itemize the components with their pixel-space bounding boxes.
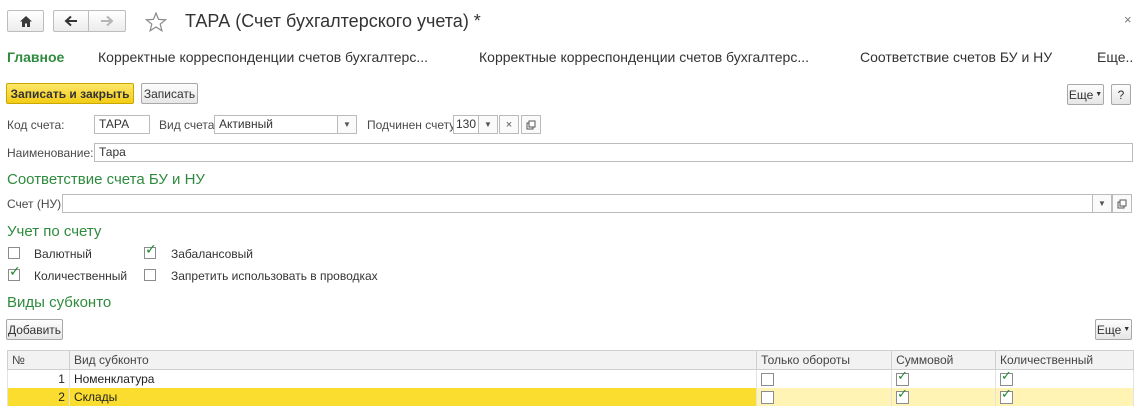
dropdown-arrow-icon: ▼: [484, 120, 492, 129]
code-label: Код счета:: [7, 118, 65, 132]
add-subconto-button[interactable]: Добавить: [6, 319, 63, 340]
more-label: Еще: [1068, 87, 1094, 102]
parent-open-button[interactable]: [521, 115, 541, 134]
currency-checkbox-label: Валютный: [34, 247, 92, 261]
turnover-only-cell[interactable]: [756, 388, 893, 406]
parent-input[interactable]: 130: [453, 115, 479, 134]
row-number-cell[interactable]: 2: [7, 388, 70, 406]
forward-arrow-icon: [101, 15, 114, 27]
tax-account-open-button[interactable]: [1112, 194, 1132, 213]
row-number-cell[interactable]: 1: [7, 369, 70, 388]
tax-account-label: Счет (НУ):: [7, 197, 65, 211]
sum-checkbox[interactable]: ✓: [896, 368, 910, 387]
check-icon: ✓: [897, 368, 908, 384]
turnover-only-checkbox[interactable]: [761, 373, 775, 387]
tab-mapping[interactable]: Соответствие счетов БУ и НУ: [860, 49, 1052, 65]
quantity-cell[interactable]: ✓: [995, 368, 1134, 388]
subconto-more-button[interactable]: Еще ▼: [1095, 319, 1132, 340]
save-and-close-button[interactable]: Записать и закрыть: [6, 83, 134, 104]
offbalance-checkbox[interactable]: ✓: [144, 242, 157, 259]
subconto-table: № Вид субконто Только обороты Суммовой К…: [7, 350, 1134, 406]
back-button[interactable]: [53, 10, 88, 32]
back-arrow-icon: [64, 15, 77, 27]
open-icon: [1117, 199, 1127, 208]
close-icon[interactable]: ×: [1124, 12, 1132, 27]
column-header-turnover-only[interactable]: Только обороты: [756, 350, 893, 370]
check-icon: ✓: [1001, 386, 1012, 402]
home-button[interactable]: [7, 10, 44, 32]
check-icon: ✓: [897, 386, 908, 402]
turnover-only-checkbox[interactable]: [761, 391, 775, 405]
tab-more[interactable]: Еще...: [1097, 49, 1134, 65]
forward-button[interactable]: [88, 10, 126, 32]
section-mapping-title: Соответствие счета БУ и НУ: [7, 171, 205, 188]
check-icon: ✓: [145, 241, 157, 257]
window-title: ТАРА (Счет бухгалтерского учета) *: [185, 11, 481, 31]
tab-correspondence-1[interactable]: Корректные корреспонденции счетов бухгал…: [98, 49, 428, 65]
subconto-more-label: Еще: [1096, 322, 1122, 337]
dropdown-arrow-icon: ▼: [1098, 199, 1106, 208]
name-input[interactable]: Тара: [94, 143, 1133, 162]
star-icon[interactable]: [145, 12, 167, 32]
name-label: Наименование:: [7, 146, 94, 160]
open-icon: [526, 120, 536, 129]
quantity-checkbox[interactable]: ✓: [1000, 386, 1013, 405]
subconto-type-cell[interactable]: Номенклатура: [68, 369, 758, 388]
column-header-quantity[interactable]: Количественный: [995, 350, 1134, 370]
quantity-checkbox-label: Количественный: [34, 269, 128, 283]
clear-icon: ×: [505, 118, 513, 131]
sum-cell[interactable]: ✓: [891, 386, 996, 406]
sum-checkbox[interactable]: ✓: [896, 386, 910, 405]
type-select[interactable]: Активный: [214, 115, 338, 134]
parent-clear-button[interactable]: ×: [499, 115, 519, 134]
quantity-checkbox[interactable]: ✓: [8, 264, 21, 281]
quantity-cell[interactable]: ✓: [995, 386, 1134, 406]
dropdown-arrow-icon: ▼: [1123, 326, 1131, 333]
subconto-type-cell[interactable]: Склады: [68, 388, 758, 406]
tax-account-input[interactable]: [62, 194, 1093, 213]
home-icon: [19, 15, 32, 27]
parent-label: Подчинен счету:: [367, 118, 459, 132]
save-button[interactable]: Записать: [141, 83, 198, 104]
offbalance-checkbox-label: Забалансовый: [171, 247, 254, 261]
dropdown-arrow-icon: ▼: [343, 120, 351, 129]
dropdown-arrow-icon: ▼: [1095, 91, 1103, 98]
type-label: Вид счета:: [159, 118, 218, 132]
more-button[interactable]: Еще ▼: [1067, 84, 1104, 105]
help-button[interactable]: ?: [1111, 84, 1131, 105]
column-header-num[interactable]: №: [7, 350, 70, 370]
quantity-checkbox[interactable]: ✓: [1000, 368, 1013, 387]
forbid-posting-checkbox[interactable]: [144, 269, 156, 281]
turnover-only-cell[interactable]: [756, 369, 893, 388]
forbid-posting-checkbox-label: Запретить использовать в проводках: [171, 269, 378, 283]
parent-dropdown-button[interactable]: ▼: [478, 115, 498, 134]
tab-bar: Главное Корректные корреспонденции счето…: [0, 49, 1134, 69]
tab-main[interactable]: Главное: [7, 49, 64, 65]
section-accounting-title: Учет по счету: [7, 223, 102, 240]
tab-correspondence-2[interactable]: Корректные корреспонденции счетов бухгал…: [479, 49, 809, 65]
type-dropdown-button[interactable]: ▼: [337, 115, 357, 134]
currency-checkbox[interactable]: [8, 247, 20, 259]
column-header-subconto-type[interactable]: Вид субконто: [68, 350, 758, 370]
column-header-sum[interactable]: Суммовой: [891, 350, 996, 370]
section-subconto-title: Виды субконто: [7, 294, 112, 311]
table-row[interactable]: 2 Склады ✓ ✓: [7, 386, 1134, 406]
check-icon: ✓: [1001, 368, 1012, 384]
code-input[interactable]: ТАРА: [94, 115, 150, 134]
tax-account-dropdown-button[interactable]: ▼: [1092, 194, 1112, 213]
table-row[interactable]: 1 Номенклатура ✓ ✓: [7, 368, 1134, 388]
check-icon: ✓: [9, 263, 21, 279]
